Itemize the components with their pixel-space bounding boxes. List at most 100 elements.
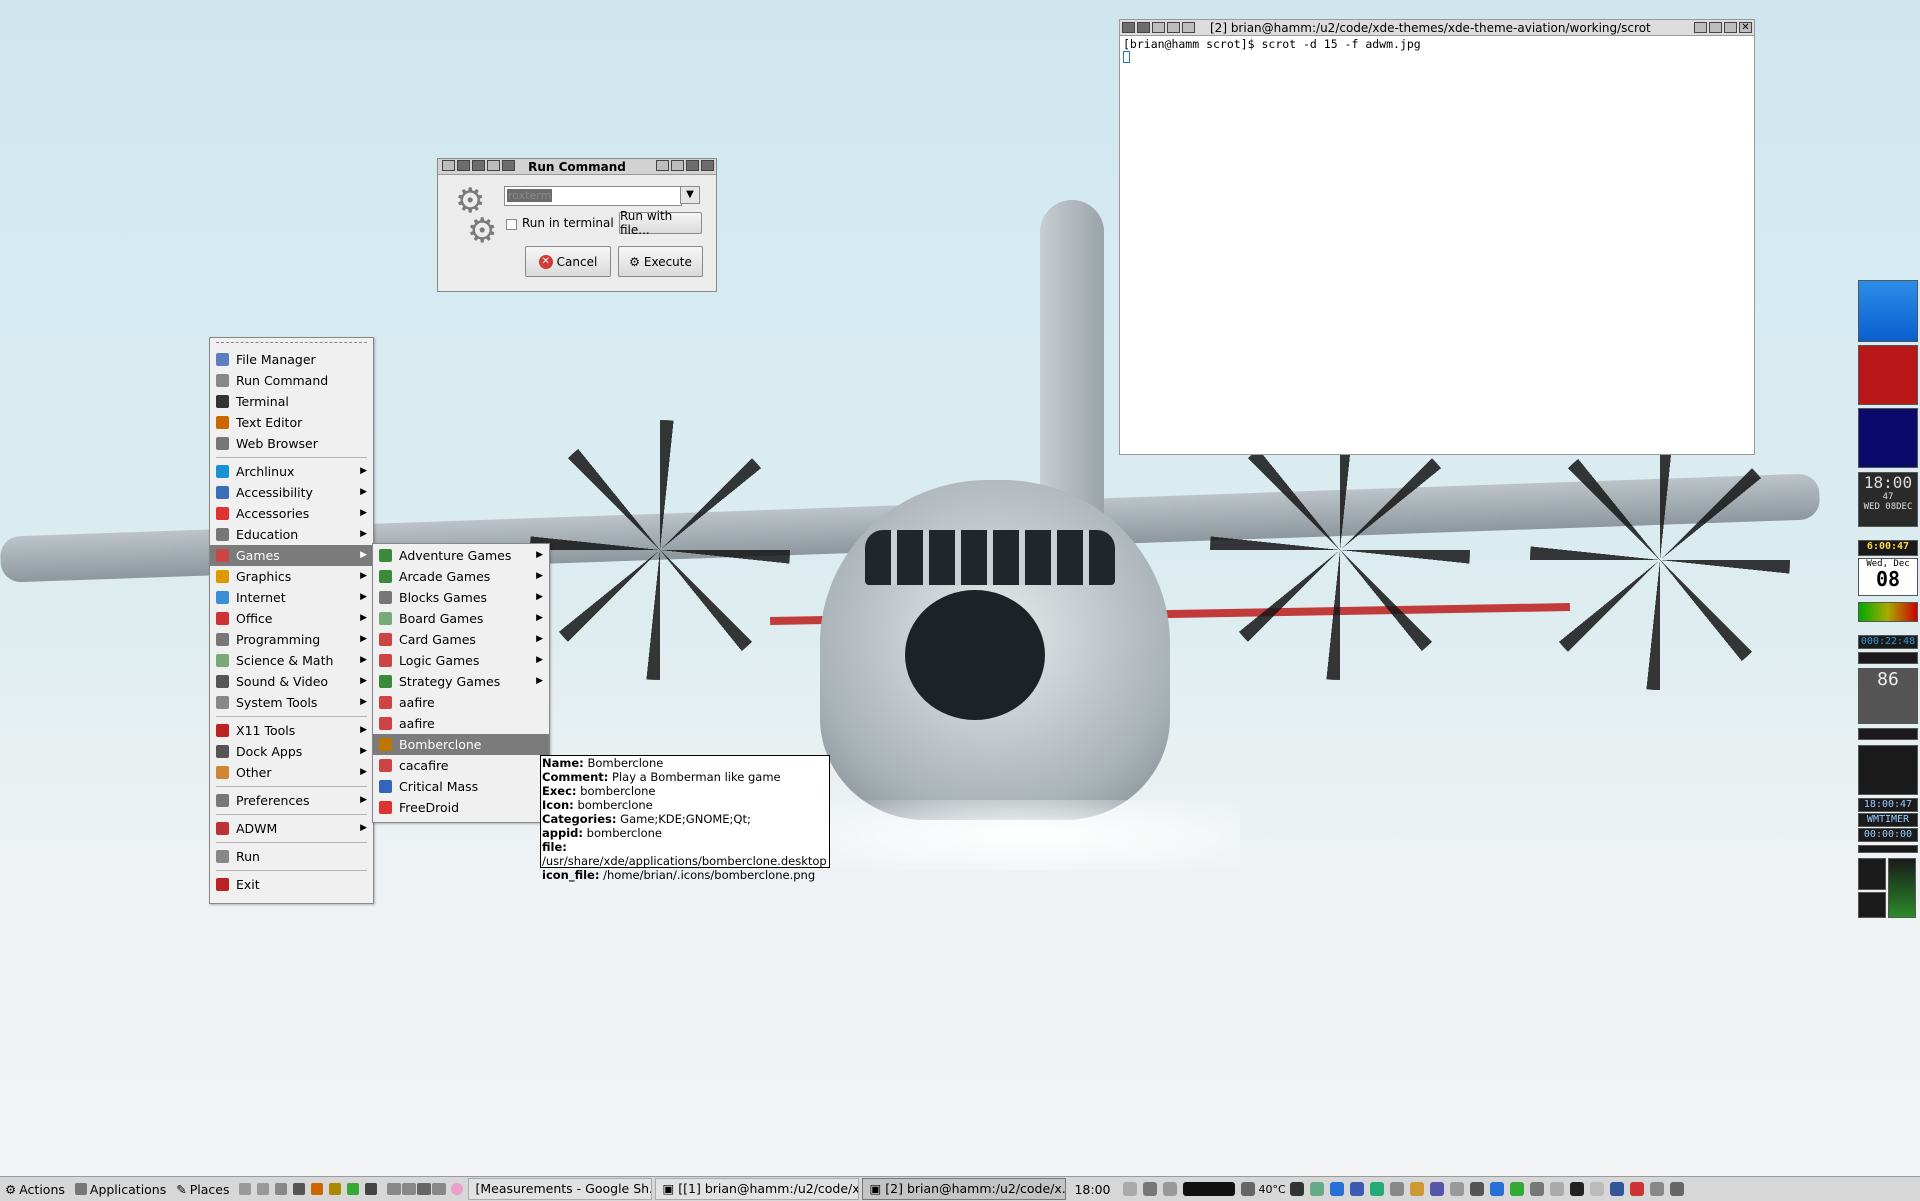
menu-item-x11-tools[interactable]: X11 Tools ▶ <box>210 720 373 741</box>
games-item-bomberclone[interactable]: Bomberclone <box>373 734 549 755</box>
games-item-cacafire[interactable]: cacafire <box>373 755 549 776</box>
run-in-terminal-checkbox[interactable] <box>506 219 517 230</box>
cpu-graph-icon[interactable] <box>1182 1182 1235 1196</box>
iconify-icon[interactable] <box>1709 22 1722 33</box>
menu-item-adwm[interactable]: ADWM ▶ <box>210 818 373 839</box>
volume-icon[interactable] <box>1309 1182 1324 1196</box>
close-icon[interactable] <box>701 160 714 171</box>
workspace-cell[interactable] <box>402 1183 417 1195</box>
tray-icon[interactable] <box>1549 1182 1564 1196</box>
dockapp-mixer[interactable] <box>1858 892 1886 918</box>
iconify-icon[interactable] <box>671 160 684 171</box>
taskbar-clock[interactable]: 18:00 <box>1069 1182 1115 1197</box>
workspace-cell[interactable] <box>417 1183 432 1195</box>
games-item-aafire[interactable]: aafire <box>373 713 549 734</box>
window-stick-icon[interactable] <box>472 160 485 171</box>
games-item-blocks-games[interactable]: Blocks Games ▶ <box>373 587 549 608</box>
dock-time3[interactable]: 18:00:47 <box>1858 798 1918 812</box>
dock-timer1[interactable]: 000:22:48 <box>1858 635 1918 649</box>
games-item-critical-mass[interactable]: Critical Mass <box>373 776 549 797</box>
menu-item-graphics[interactable]: Graphics ▶ <box>210 566 373 587</box>
command-history-dropdown[interactable]: ▼ <box>680 186 700 204</box>
games-item-board-games[interactable]: Board Games ▶ <box>373 608 549 629</box>
actions-menu-button[interactable]: ⚙ Actions <box>0 1182 70 1197</box>
window-menu-icon[interactable] <box>442 160 455 171</box>
tray-icon[interactable] <box>1122 1182 1137 1196</box>
terminal-titlebar[interactable]: [2] brian@hamm:/u2/code/xde-themes/xde-t… <box>1120 20 1754 36</box>
workspace-cell[interactable] <box>387 1183 402 1195</box>
menu-item-terminal[interactable]: Terminal <box>210 391 373 412</box>
dockapp-bars[interactable] <box>1858 652 1918 664</box>
dock-timer2[interactable]: 00:00:00 <box>1858 828 1918 842</box>
dock-clock2[interactable]: 6:00:47 <box>1858 540 1918 556</box>
tray-icon[interactable] <box>1669 1182 1684 1196</box>
run-command-dialog[interactable]: Run Command ⚙ ⚙ roxterm ▼ Run in terminal… <box>437 158 717 292</box>
dockapp-clock[interactable]: 18:00 47 WED 08DEC <box>1858 472 1918 527</box>
games-item-aafire[interactable]: aafire <box>373 692 549 713</box>
menu-item-run[interactable]: Run <box>210 846 373 867</box>
dockapp-calendar[interactable]: Wed, Dec 08 <box>1858 558 1918 596</box>
launcher-icon[interactable] <box>347 1183 360 1195</box>
editor-icon[interactable] <box>311 1183 324 1195</box>
tray-icon[interactable] <box>1142 1182 1157 1196</box>
execute-button[interactable]: ⚙ Execute <box>618 246 703 277</box>
dockapp-cpu[interactable]: 86 <box>1858 668 1918 724</box>
tray-icon[interactable] <box>1389 1182 1404 1196</box>
task-button[interactable]: [Measurements - Google Sh... <box>468 1178 653 1200</box>
workspace-pager[interactable] <box>382 1183 451 1195</box>
maximize-icon[interactable] <box>686 160 699 171</box>
workspace-cell[interactable] <box>432 1183 447 1195</box>
menu-item-education[interactable]: Education ▶ <box>210 524 373 545</box>
window-shade-icon[interactable] <box>457 160 470 171</box>
dockapp-moon[interactable] <box>1858 408 1918 468</box>
close-icon[interactable]: ✕ <box>1739 22 1752 33</box>
terminal-window[interactable]: [2] brian@hamm:/u2/code/xde-themes/xde-t… <box>1119 19 1755 455</box>
menu-item-text-editor[interactable]: Text Editor <box>210 412 373 433</box>
games-item-strategy-games[interactable]: Strategy Games ▶ <box>373 671 549 692</box>
menu-item-internet[interactable]: Internet ▶ <box>210 587 373 608</box>
menu-item-accessories[interactable]: Accessories ▶ <box>210 503 373 524</box>
tray-icon[interactable] <box>1629 1182 1644 1196</box>
menu-item-science-math[interactable]: Science & Math ▶ <box>210 650 373 671</box>
menu-item-exit[interactable]: Exit <box>210 874 373 895</box>
bluetooth-icon[interactable] <box>1489 1182 1504 1196</box>
terminal-content[interactable]: [brian@hamm scrot]$ scrot -d 15 -f adwm.… <box>1120 36 1754 68</box>
menu-item-preferences[interactable]: Preferences ▶ <box>210 790 373 811</box>
tray-icon[interactable] <box>1449 1182 1464 1196</box>
launcher-icon[interactable] <box>275 1183 288 1195</box>
applications-menu-button[interactable]: Applications <box>70 1182 171 1197</box>
menu-item-system-tools[interactable]: System Tools ▶ <box>210 692 373 713</box>
window-menu-icon[interactable] <box>1137 22 1150 33</box>
launcher-icon[interactable] <box>329 1183 342 1195</box>
menu-item-games[interactable]: Games ▶ <box>210 545 373 566</box>
dockapp-volume[interactable] <box>1858 858 1886 890</box>
tray-icon[interactable] <box>1369 1182 1384 1196</box>
tray-icon[interactable] <box>1609 1182 1624 1196</box>
dockapp-level[interactable] <box>1888 858 1916 918</box>
keyboard-icon[interactable] <box>1162 1182 1177 1196</box>
tray-icon[interactable] <box>1569 1182 1584 1196</box>
games-item-adventure-games[interactable]: Adventure Games ▶ <box>373 545 549 566</box>
tray-icon[interactable] <box>1589 1182 1604 1196</box>
menu-item-file-manager[interactable]: File Manager <box>210 349 373 370</box>
games-item-freedroid[interactable]: FreeDroid <box>373 797 549 818</box>
dockapp-meter[interactable] <box>1858 602 1918 622</box>
launcher-icon[interactable] <box>257 1183 270 1195</box>
menu-item-archlinux[interactable]: Archlinux ▶ <box>210 461 373 482</box>
tray-icon[interactable] <box>1349 1182 1364 1196</box>
menu-item-office[interactable]: Office ▶ <box>210 608 373 629</box>
minimize-icon[interactable] <box>656 160 669 171</box>
tray-icon[interactable] <box>1509 1182 1524 1196</box>
command-input[interactable]: roxterm <box>504 186 682 206</box>
menu-item-programming[interactable]: Programming ▶ <box>210 629 373 650</box>
window-shade-icon[interactable] <box>1152 22 1165 33</box>
dockapp-blank[interactable] <box>1858 745 1918 795</box>
menu-item-web-browser[interactable]: Web Browser <box>210 433 373 454</box>
games-submenu[interactable]: Adventure Games ▶ Arcade Games ▶ Blocks Game… <box>372 543 550 823</box>
window-layer-icon[interactable] <box>502 160 515 171</box>
minimize-icon[interactable] <box>1694 22 1707 33</box>
menu-tear-off[interactable] <box>216 342 367 349</box>
bluetooth-icon[interactable] <box>1329 1182 1344 1196</box>
run-dialog-titlebar[interactable]: Run Command <box>438 159 716 175</box>
tray-icon[interactable] <box>1429 1182 1444 1196</box>
